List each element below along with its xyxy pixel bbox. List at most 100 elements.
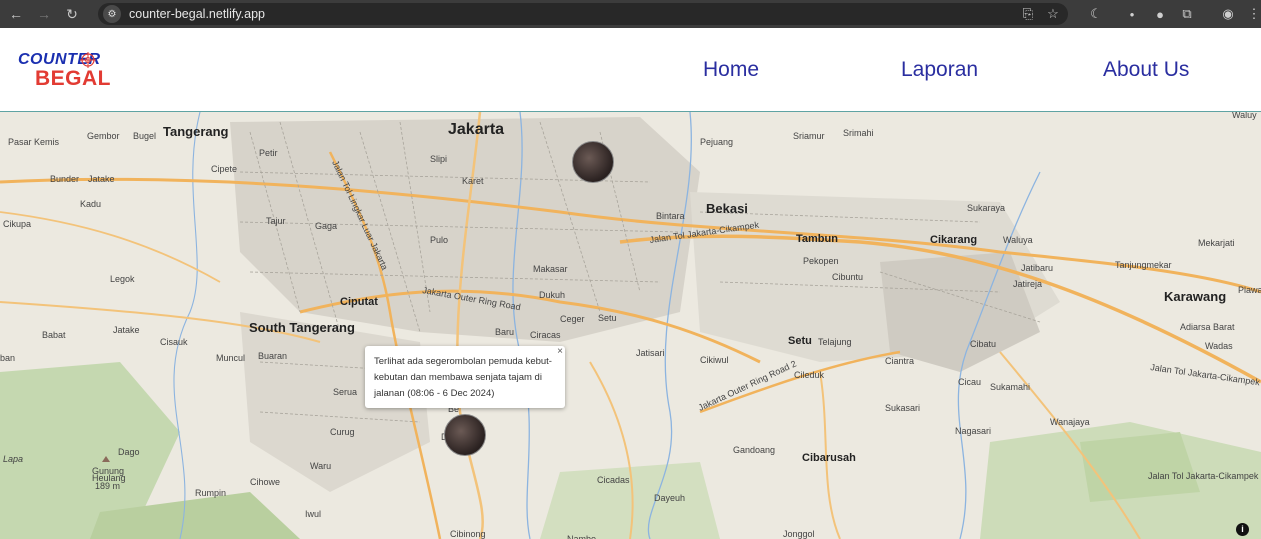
svg-text:Jatake: Jatake (113, 325, 140, 335)
popup-close-icon[interactable]: × (557, 346, 563, 357)
svg-text:Waru: Waru (310, 461, 331, 471)
svg-text:Jakarta Outer Ring Road 2: Jakarta Outer Ring Road 2 (697, 359, 798, 413)
extension-drop-icon[interactable]: • (1122, 4, 1142, 24)
report-popup: × Terlihat ada segerombolan pemuda kebut… (365, 346, 565, 408)
nav-home[interactable]: Home (703, 58, 759, 82)
svg-text:Baru: Baru (495, 327, 514, 337)
svg-text:Kadu: Kadu (80, 199, 101, 209)
svg-text:Ceger: Ceger (560, 314, 585, 324)
label-setu: Setu (788, 335, 812, 347)
svg-text:Dayeuh: Dayeuh (654, 493, 685, 503)
svg-text:Telajung: Telajung (818, 337, 852, 347)
svg-text:Pekopen: Pekopen (803, 256, 839, 266)
label-ciputat: Ciputat (340, 296, 378, 308)
svg-text:Pasar Kemis: Pasar Kemis (8, 137, 60, 147)
label-south-tangerang: South Tangerang (249, 320, 355, 335)
svg-text:Jatireja: Jatireja (1013, 279, 1042, 289)
svg-text:Petir: Petir (259, 148, 278, 158)
svg-text:Nambo: Nambo (567, 534, 596, 539)
label-karawang: Karawang (1164, 289, 1226, 304)
install-app-icon[interactable]: ⎘ (1018, 4, 1038, 24)
svg-text:Sukaraya: Sukaraya (967, 203, 1005, 213)
svg-text:Sukamahi: Sukamahi (990, 382, 1030, 392)
svg-text:Cikiwul: Cikiwul (700, 355, 729, 365)
svg-text:Pejuang: Pejuang (700, 137, 733, 147)
attribution-info-icon[interactable]: i (1236, 523, 1249, 536)
svg-text:Nagasari: Nagasari (955, 426, 991, 436)
svg-text:Babat: Babat (42, 330, 66, 340)
svg-text:Gaga: Gaga (315, 221, 337, 231)
reload-icon[interactable]: ↻ (60, 2, 84, 26)
svg-text:Plawa: Plawa (1238, 285, 1261, 295)
label-tangerang: Tangerang (163, 124, 229, 139)
svg-text:Jalan Tol Jakarta-Cikampek: Jalan Tol Jakarta-Cikampek (1148, 471, 1259, 481)
svg-text:Jalan Tol Jakarta-Cikampek: Jalan Tol Jakarta-Cikampek (1150, 362, 1261, 387)
svg-text:Gandoang: Gandoang (733, 445, 775, 455)
map-tiles: Jakarta Tangerang Bekasi South Tangerang… (0, 112, 1261, 539)
svg-text:Pulo: Pulo (430, 235, 448, 245)
svg-text:Cihowe: Cihowe (250, 477, 280, 487)
site-info-icon[interactable]: ⚙ (103, 5, 121, 23)
label-bekasi: Bekasi (706, 201, 748, 216)
svg-text:Cibatu: Cibatu (970, 339, 996, 349)
popup-text: Terlihat ada segerombolan pemuda kebut-k… (374, 356, 552, 399)
label-jakarta: Jakarta (448, 121, 504, 138)
svg-text:189 m: 189 m (95, 481, 120, 491)
svg-text:Serua: Serua (333, 387, 357, 397)
label-tambun: Tambun (796, 233, 838, 245)
url-text[interactable]: counter-begal.netlify.app (129, 7, 265, 21)
forward-icon[interactable]: → (32, 2, 56, 26)
svg-text:Sukasari: Sukasari (885, 403, 920, 413)
svg-text:Cikupa: Cikupa (3, 219, 31, 229)
nav-about-us[interactable]: About Us (1103, 58, 1189, 82)
report-marker-active[interactable] (444, 414, 486, 456)
svg-text:Jatisari: Jatisari (636, 348, 665, 358)
svg-text:Waluy: Waluy (1232, 112, 1257, 120)
logo-begal[interactable]: BEGAL (35, 67, 111, 91)
svg-text:Tajur: Tajur (266, 216, 286, 226)
svg-text:Srimahi: Srimahi (843, 128, 874, 138)
extension-moon-icon[interactable]: ☾ (1086, 4, 1106, 24)
extensions-puzzle-icon[interactable]: ⧉ (1177, 4, 1197, 24)
address-bar[interactable]: ⚙ counter-begal.netlify.app (98, 3, 1068, 25)
label-cikarang: Cikarang (930, 234, 977, 246)
svg-text:Ciantra: Ciantra (885, 356, 914, 366)
svg-text:Waluya: Waluya (1003, 235, 1033, 245)
svg-text:Cileduk: Cileduk (794, 370, 825, 380)
svg-text:Rumpin: Rumpin (195, 488, 226, 498)
svg-text:Makasar: Makasar (533, 264, 568, 274)
svg-text:Bintara: Bintara (656, 211, 685, 221)
svg-text:Dukuh: Dukuh (539, 290, 565, 300)
svg-text:Mekarjati: Mekarjati (1198, 238, 1235, 248)
svg-text:Jatake: Jatake (88, 174, 115, 184)
svg-text:Karet: Karet (462, 176, 484, 186)
svg-text:Cisauk: Cisauk (160, 337, 188, 347)
report-marker-klender[interactable] (572, 141, 614, 183)
svg-text:Curug: Curug (330, 427, 355, 437)
svg-text:Bunder: Bunder (50, 174, 79, 184)
menu-kebab-icon[interactable]: ⋮ (1244, 4, 1261, 24)
svg-text:Ciracas: Ciracas (530, 330, 561, 340)
site-header: COUNTER BEGAL Home Laporan About Us (0, 31, 1261, 111)
svg-text:Gembor: Gembor (87, 131, 120, 141)
bookmark-star-icon[interactable]: ☆ (1043, 4, 1063, 24)
nav-laporan[interactable]: Laporan (901, 58, 978, 82)
svg-text:Bugel: Bugel (133, 131, 156, 141)
browser-toolbar: ← → ↻ ⚙ counter-begal.netlify.app ⎘ ☆ ☾ … (0, 0, 1261, 28)
svg-text:Cibuntu: Cibuntu (832, 272, 863, 282)
svg-text:Slipi: Slipi (430, 154, 447, 164)
svg-text:Sriamur: Sriamur (793, 131, 825, 141)
crosshair-icon (80, 52, 96, 68)
svg-text:Buaran: Buaran (258, 351, 287, 361)
svg-text:Wanajaya: Wanajaya (1050, 417, 1090, 427)
svg-text:Tanjungmekar: Tanjungmekar (1115, 260, 1172, 270)
svg-text:Dago: Dago (118, 447, 140, 457)
svg-text:Legok: Legok (110, 274, 135, 284)
label-cibarusah: Cibarusah (802, 452, 856, 464)
back-icon[interactable]: ← (4, 2, 28, 26)
profile-avatar-icon[interactable]: ◉ (1218, 4, 1238, 24)
svg-text:Cipete: Cipete (211, 164, 237, 174)
map-view[interactable]: Jakarta Tangerang Bekasi South Tangerang… (0, 111, 1261, 539)
svg-text:Iwul: Iwul (305, 509, 321, 519)
extension-circle-icon[interactable]: ● (1150, 4, 1170, 24)
